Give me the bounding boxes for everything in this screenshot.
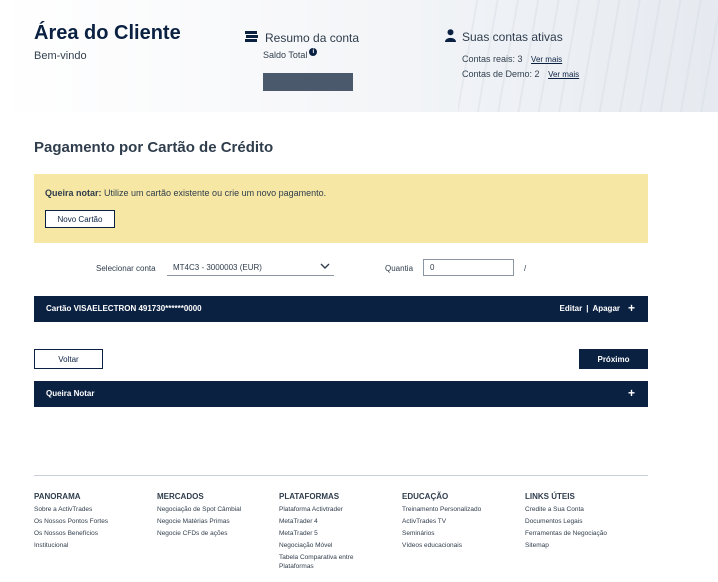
- account-select-value: MT4C3 - 3000003 (EUR): [173, 262, 262, 272]
- demo-accounts-line: Contas de Demo: 2 Ver mais: [462, 69, 579, 79]
- demo-accounts-count: Contas de Demo: 2: [462, 69, 540, 79]
- footer-link[interactable]: MetaTrader 4: [279, 516, 374, 528]
- footer-link[interactable]: MetaTrader 5: [279, 528, 374, 540]
- footer-heading: EDUCAÇÃO: [402, 492, 449, 501]
- notes-label: Queira Notar: [46, 389, 95, 398]
- footer-link[interactable]: Vídeos educacionais: [402, 540, 497, 552]
- welcome-text: Bem-vindo: [34, 50, 87, 62]
- footer-heading: PANORAMA: [34, 492, 81, 501]
- footer-column-panorama: PANORAMA Sobre a ActivTrades Os Nossos P…: [34, 491, 129, 552]
- new-card-button[interactable]: Novo Cartão: [45, 210, 115, 228]
- footer-link[interactable]: Sitemap: [525, 540, 620, 552]
- delete-card-link[interactable]: Apagar: [592, 304, 620, 313]
- info-icon[interactable]: i: [309, 48, 318, 56]
- footer-heading: MERCADOS: [157, 492, 204, 501]
- footer-column-educacao: EDUCAÇÃO Treinamento Personalizado Activ…: [402, 491, 497, 552]
- account-summary: Resumo da conta: [245, 30, 359, 45]
- next-button[interactable]: Próximo: [579, 349, 648, 369]
- select-account-label: Selecionar conta: [96, 264, 156, 273]
- demo-accounts-see-more-link[interactable]: Ver mais: [548, 70, 579, 79]
- card-actions-separator: |: [586, 304, 589, 313]
- money-stack-icon: [245, 30, 259, 45]
- footer-column-mercados: MERCADOS Negociação de Spot Câmbial Nego…: [157, 491, 252, 540]
- footer-column-plataformas: PLATAFORMAS Plataforma Activtrader MetaT…: [279, 491, 374, 571]
- footer-heading: LINKS ÚTEIS: [525, 492, 575, 501]
- footer-link[interactable]: Institucional: [34, 540, 129, 552]
- notice-bold: Queira notar:: [45, 188, 102, 198]
- footer-link[interactable]: Negociação Móvel: [279, 540, 374, 552]
- account-summary-title: Resumo da conta: [265, 30, 360, 45]
- edit-card-link[interactable]: Editar: [560, 304, 583, 313]
- footer-link[interactable]: Tabela Comparativa entre Plataformas: [279, 552, 364, 571]
- footer-link[interactable]: Negocie Matérias Primas: [157, 516, 252, 528]
- saldo-total-value-hidden: [263, 73, 353, 91]
- user-icon: [445, 29, 456, 45]
- real-accounts-count: Contas reais: 3: [462, 54, 523, 64]
- expand-notes-icon[interactable]: +: [628, 386, 635, 400]
- chevron-down-icon: [320, 262, 330, 272]
- footer-link[interactable]: Plataforma Activtrader: [279, 504, 374, 516]
- footer-link[interactable]: Sobre a ActivTrades: [34, 504, 129, 516]
- active-accounts-title: Suas contas ativas: [462, 30, 563, 44]
- back-button[interactable]: Voltar: [34, 349, 103, 369]
- footer-link[interactable]: Seminários: [402, 528, 497, 540]
- saved-card-row[interactable]: Cartão VISAELECTRON 491730******0000 Edi…: [34, 296, 648, 322]
- saved-card-label: Cartão VISAELECTRON 491730******0000: [46, 304, 202, 313]
- notice-message: Utilize um cartão existente ou crie um n…: [101, 188, 327, 198]
- notice-text: Queira notar: Utilize um cartão existent…: [45, 188, 326, 198]
- client-area-header: [0, 0, 718, 112]
- footer-link[interactable]: Ferramentas de Negociação: [525, 528, 620, 540]
- real-accounts-see-more-link[interactable]: Ver mais: [531, 55, 562, 64]
- footer-divider: [34, 475, 648, 476]
- saldo-total-label: Saldo Total: [263, 50, 308, 60]
- footer-link[interactable]: Treinamento Personalizado: [402, 504, 497, 516]
- saldo-total: Saldo Total i: [263, 48, 318, 60]
- footer-link[interactable]: Documentos Legais: [525, 516, 620, 528]
- notice-box: Queira notar: Utilize um cartão existent…: [34, 174, 648, 243]
- active-accounts: Suas contas ativas: [445, 29, 563, 45]
- footer-link[interactable]: Negocie CFDs de ações: [157, 528, 252, 540]
- card-actions: Editar | Apagar: [560, 304, 620, 313]
- amount-input[interactable]: 0: [423, 259, 514, 276]
- notes-row[interactable]: Queira Notar +: [34, 381, 648, 407]
- amount-label: Quantia: [385, 264, 414, 273]
- footer-column-links-uteis: LINKS ÚTEIS Credite a Sua Conta Document…: [525, 491, 620, 552]
- footer-heading: PLATAFORMAS: [279, 492, 340, 501]
- amount-separator: /: [524, 264, 527, 273]
- footer-link[interactable]: Os Nossos Pontos Fortes: [34, 516, 129, 528]
- expand-card-icon[interactable]: +: [628, 301, 635, 315]
- footer-link[interactable]: Credite a Sua Conta: [525, 504, 620, 516]
- footer-link[interactable]: ActivTrades TV: [402, 516, 497, 528]
- real-accounts-line: Contas reais: 3 Ver mais: [462, 54, 562, 64]
- footer-link[interactable]: Os Nossos Benefícios: [34, 528, 129, 540]
- page-header-title: Área do Cliente: [34, 22, 181, 44]
- footer-link[interactable]: Negociação de Spot Câmbial: [157, 504, 252, 516]
- account-select[interactable]: MT4C3 - 3000003 (EUR): [167, 259, 334, 276]
- page-title: Pagamento por Cartão de Crédito: [34, 139, 274, 156]
